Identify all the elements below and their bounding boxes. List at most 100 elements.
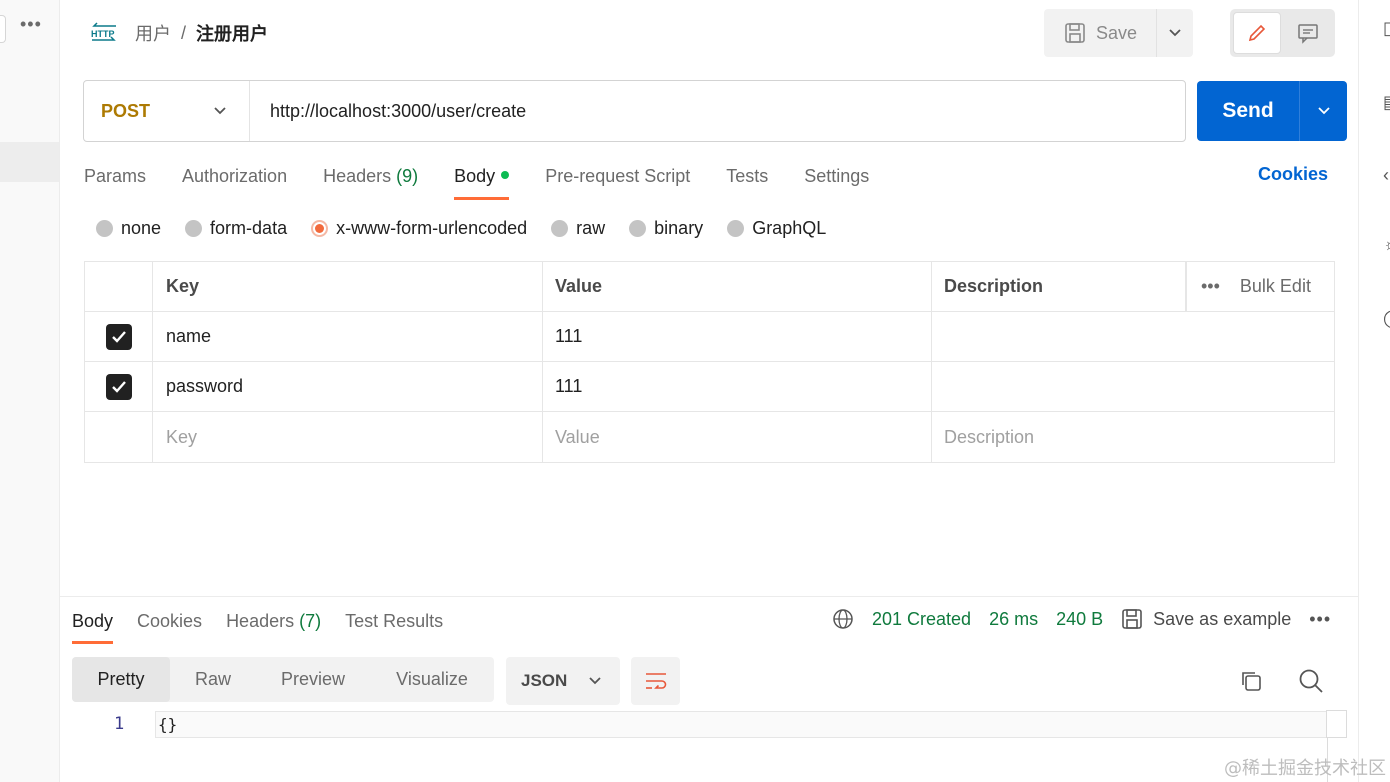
comment-icon [1298, 24, 1318, 44]
documentation-icon[interactable]: ▯ [1383, 18, 1390, 39]
radio-graphql[interactable]: GraphQL [727, 218, 826, 239]
code-icon[interactable]: ‹ [1383, 165, 1389, 186]
response-tabs: Body Cookies Headers (7) Test Results [72, 606, 443, 644]
row-checkbox[interactable] [105, 373, 132, 400]
left-sidebar: ••• [0, 0, 60, 782]
response-headers-count: (7) [299, 611, 322, 631]
tab-authorization[interactable]: Authorization [182, 160, 287, 200]
key-cell[interactable]: name [153, 312, 543, 361]
save-button[interactable]: Save [1044, 9, 1156, 57]
request-tabs: Params Authorization Headers (9) Body Pr… [84, 160, 869, 200]
radio-none[interactable]: none [96, 218, 161, 239]
comments-icon[interactable]: ▤ [1383, 92, 1390, 113]
globe-icon[interactable] [832, 608, 854, 630]
status-badge[interactable]: 201 Created [872, 609, 971, 630]
sidebar-edge-tab[interactable] [0, 15, 6, 43]
edit-mode-button[interactable] [1233, 12, 1281, 54]
radio-dot [185, 220, 203, 237]
more-options-icon[interactable]: ••• [20, 14, 42, 35]
response-body-editor[interactable]: 1 {} [60, 710, 1358, 782]
radio-dot-selected [311, 220, 329, 237]
radio-x-www-form-urlencoded[interactable]: x-www-form-urlencoded [311, 218, 527, 239]
save-dropdown-button[interactable] [1156, 9, 1193, 57]
save-button-group: Save [1044, 9, 1193, 57]
description-cell[interactable] [932, 312, 1334, 361]
response-size[interactable]: 240 B [1056, 609, 1103, 630]
body-indicator-dot [501, 171, 510, 180]
tab-tests[interactable]: Tests [726, 160, 768, 200]
tab-response-cookies[interactable]: Cookies [137, 606, 202, 644]
tab-pre-request-script[interactable]: Pre-request Script [545, 160, 690, 200]
chevron-down-icon [1169, 29, 1181, 37]
response-time[interactable]: 26 ms [989, 609, 1038, 630]
watermark: @稀土掘金技术社区 [1224, 758, 1386, 779]
bulk-edit-button[interactable]: Bulk Edit [1240, 276, 1311, 297]
new-value-input[interactable]: Value [543, 412, 932, 462]
view-raw[interactable]: Raw [170, 657, 256, 702]
tab-params[interactable]: Params [84, 160, 146, 200]
request-name[interactable]: 注册用户 [196, 20, 268, 46]
http-request-icon: HTTP [91, 22, 116, 41]
wrap-lines-icon [645, 673, 666, 689]
info-icon[interactable]: ◯ [1383, 308, 1390, 329]
radio-dot [629, 220, 647, 237]
search-icon[interactable] [1298, 668, 1324, 694]
table-row: name 111 [85, 312, 1334, 362]
more-options-icon[interactable]: ••• [1309, 609, 1331, 630]
breadcrumb-parent[interactable]: 用户 [135, 20, 171, 46]
tab-test-results[interactable]: Test Results [345, 606, 443, 644]
settings-icon[interactable]: ☼ [1383, 234, 1390, 255]
radio-form-data[interactable]: form-data [185, 218, 287, 239]
view-mode-tabs: Pretty Raw Preview Visualize [72, 657, 494, 702]
save-icon [1122, 609, 1142, 629]
row-check-cell [85, 312, 153, 361]
send-button-group: Send [1197, 81, 1347, 141]
tab-response-body[interactable]: Body [72, 606, 114, 644]
cookies-link[interactable]: Cookies [1258, 164, 1328, 185]
send-dropdown-button[interactable] [1299, 81, 1347, 141]
code-line[interactable]: {} [155, 711, 1347, 738]
comment-mode-button[interactable] [1284, 12, 1332, 54]
new-description-input[interactable]: Description [932, 412, 1334, 462]
view-preview[interactable]: Preview [256, 657, 370, 702]
method-label: POST [101, 100, 151, 121]
checkmark-icon [111, 330, 126, 343]
value-cell[interactable]: 111 [543, 312, 932, 361]
wrap-lines-button[interactable] [631, 657, 680, 705]
table-header-actions: ••• Bulk Edit [1186, 262, 1334, 311]
tab-headers[interactable]: Headers (9) [323, 160, 418, 200]
response-divider[interactable] [60, 596, 1358, 597]
header-check-cell [85, 262, 153, 311]
pencil-icon [1248, 24, 1266, 42]
editor-scrollbar[interactable] [1326, 710, 1347, 738]
save-as-example-button[interactable]: Save as example [1121, 608, 1291, 630]
headers-count: (9) [396, 166, 419, 186]
more-options-icon[interactable]: ••• [1201, 276, 1220, 297]
send-button[interactable]: Send [1197, 81, 1299, 141]
radio-dot [727, 220, 745, 237]
edit-mode-toggle [1230, 9, 1335, 57]
description-cell[interactable] [932, 362, 1334, 411]
column-header-key: Key [153, 262, 543, 311]
url-input[interactable] [250, 100, 1150, 122]
radio-dot [551, 220, 569, 237]
table-row: password 111 [85, 362, 1334, 412]
value-cell[interactable]: 111 [543, 362, 932, 411]
radio-binary[interactable]: binary [629, 218, 703, 239]
tab-body[interactable]: Body [454, 160, 510, 200]
format-select[interactable]: JSON [506, 657, 620, 705]
tab-settings[interactable]: Settings [804, 160, 869, 200]
breadcrumb: 用户 / 注册用户 [135, 20, 268, 46]
row-checkbox[interactable] [105, 323, 132, 350]
line-number: 1 [114, 714, 125, 734]
tab-response-headers[interactable]: Headers (7) [226, 606, 321, 644]
view-pretty[interactable]: Pretty [72, 657, 170, 702]
method-select[interactable]: POST [84, 81, 250, 141]
copy-icon[interactable] [1239, 669, 1263, 693]
chevron-down-icon [589, 677, 601, 685]
key-cell[interactable]: password [153, 362, 543, 411]
sidebar-selected-item[interactable] [0, 142, 59, 182]
new-key-input[interactable]: Key [153, 412, 543, 462]
radio-raw[interactable]: raw [551, 218, 605, 239]
view-visualize[interactable]: Visualize [370, 657, 494, 702]
